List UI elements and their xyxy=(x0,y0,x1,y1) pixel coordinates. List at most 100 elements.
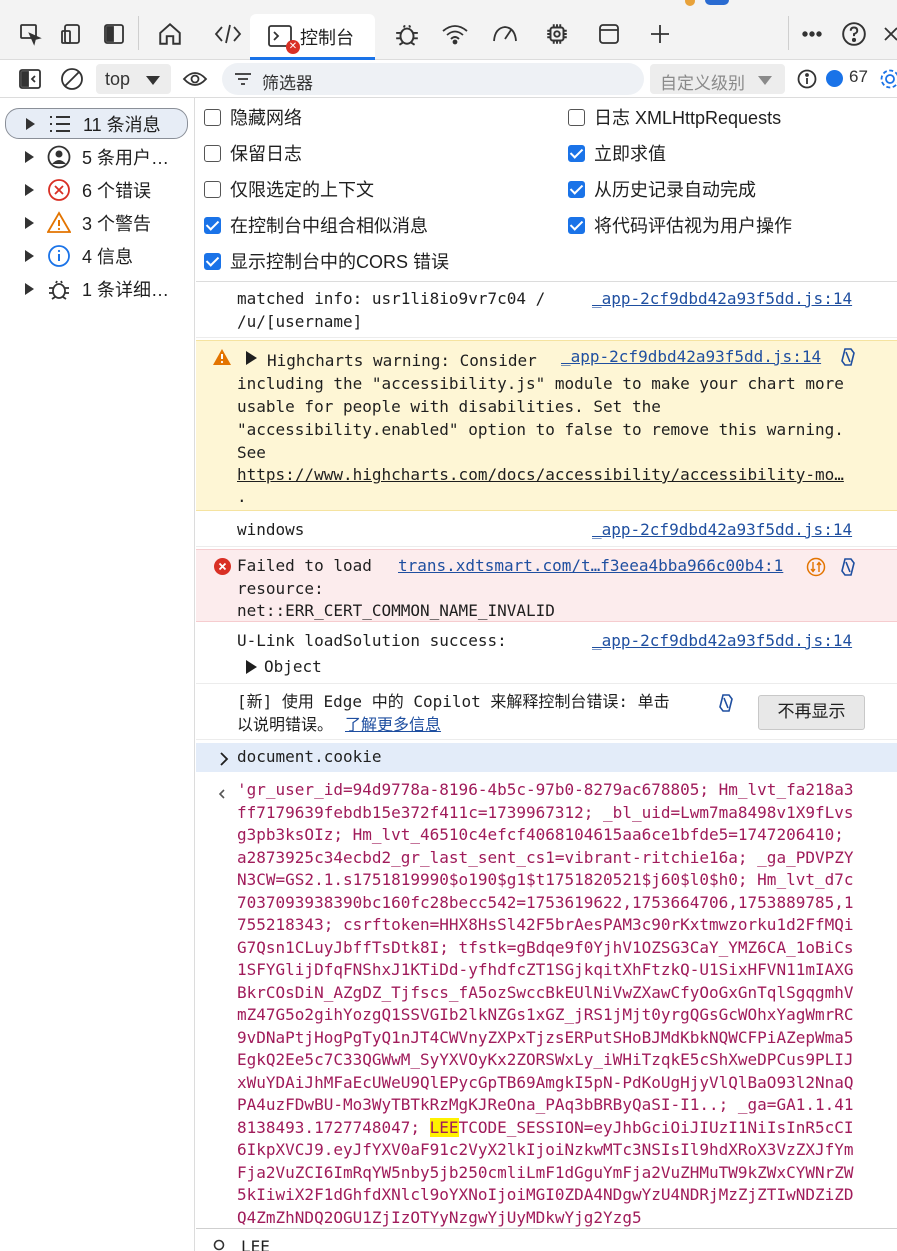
search-input[interactable]: LEE xyxy=(241,1237,270,1251)
docs-link[interactable]: https://www.highcharts.com/docs/accessib… xyxy=(237,464,844,487)
checkbox[interactable] xyxy=(204,144,221,162)
console-toolbar: top 筛选器 自定义级别 67 xyxy=(0,60,897,98)
checkbox[interactable] xyxy=(204,216,221,234)
info-icon xyxy=(46,243,72,269)
checkbox[interactable] xyxy=(204,108,221,126)
setting-group-similar[interactable]: 在控制台中组合相似消息 xyxy=(204,212,428,238)
message-text: net::ERR_CERT_COMMON_NAME_INVALID xyxy=(237,601,555,620)
expand-triangle-icon[interactable] xyxy=(245,351,257,365)
checkbox[interactable] xyxy=(204,180,221,198)
issues-count[interactable]: 67 xyxy=(849,67,868,87)
show-sidebar-icon[interactable] xyxy=(16,60,44,98)
source-link[interactable]: _app-2cf9dbd42a93f5dd.js:14 xyxy=(592,519,852,542)
sidebar-item-verbose[interactable]: 1 条详细… xyxy=(5,273,188,304)
info-icon[interactable] xyxy=(795,60,819,98)
copilot-explain-icon[interactable] xyxy=(838,557,858,577)
expand-triangle-icon[interactable] xyxy=(25,216,34,229)
console-settings-gear-icon[interactable] xyxy=(878,60,897,98)
tab-welcome-home-icon[interactable] xyxy=(152,8,188,60)
setting-label: 保留日志 xyxy=(230,144,302,164)
console-error-message: Failed to load trans.xdtsmart.com/t…f3ee… xyxy=(196,549,897,622)
close-devtools-icon[interactable] xyxy=(880,8,897,60)
tab-memory-chip-icon[interactable] xyxy=(540,8,574,60)
extension-badge xyxy=(705,0,729,5)
window-top-strip xyxy=(0,0,897,8)
message-text: . xyxy=(237,487,247,506)
setting-label: 立即求值 xyxy=(594,144,666,164)
copilot-notice-text: [新] 使用 Edge 中的 Copilot 来解释控制台错误: 单击 xyxy=(237,692,670,711)
sidebar-item-warnings[interactable]: 3 个警告 xyxy=(5,207,188,238)
checkbox[interactable] xyxy=(568,144,585,162)
filter-input[interactable]: 筛选器 xyxy=(222,63,644,95)
expand-triangle-icon[interactable] xyxy=(25,249,34,262)
tab-elements-icon[interactable] xyxy=(210,8,246,60)
checkbox[interactable] xyxy=(568,108,585,126)
chevron-right-icon xyxy=(220,752,229,766)
cookie-string[interactable]: 'gr_user_id=94d9778a-8196-4b5c-97b0-8279… xyxy=(237,779,861,1228)
inspect-element-icon[interactable] xyxy=(14,8,46,60)
object-preview[interactable]: Object xyxy=(264,656,322,679)
context-select[interactable]: top xyxy=(96,64,171,94)
expand-triangle-icon[interactable] xyxy=(25,183,34,196)
log-levels-select[interactable]: 自定义级别 xyxy=(650,64,785,94)
tab-separator xyxy=(788,16,789,50)
device-emulation-icon[interactable] xyxy=(56,8,88,60)
tab-performance-icon[interactable] xyxy=(488,8,522,60)
copilot-explain-icon[interactable] xyxy=(838,347,858,367)
tab-console[interactable]: ✕ 控制台 xyxy=(250,14,375,60)
clear-console-icon[interactable] xyxy=(58,60,86,98)
sidebar-item-errors[interactable]: 6 个错误 xyxy=(5,174,188,205)
checkbox[interactable] xyxy=(204,252,221,270)
setting-show-cors-errors[interactable]: 显示控制台中的CORS 错误 xyxy=(204,248,449,274)
dont-show-again-button[interactable]: 不再显示 xyxy=(758,695,865,730)
expand-triangle-icon[interactable] xyxy=(245,660,257,674)
message-text: resource: xyxy=(237,579,324,598)
live-expression-eye-icon[interactable] xyxy=(180,60,210,98)
sidebar-item-info[interactable]: 4 信息 xyxy=(5,240,188,271)
setting-log-xhr[interactable]: 日志 XMLHttpRequests xyxy=(568,104,781,130)
console-messages: matched info: usr1li8io9vr7c04 / /u/[use… xyxy=(196,283,897,1228)
message-text: usable for people with disabilities. Set… xyxy=(237,397,661,416)
checkbox[interactable] xyxy=(568,180,585,198)
source-link[interactable]: _app-2cf9dbd42a93f5dd.js:14 xyxy=(561,346,821,369)
user-icon xyxy=(46,144,72,170)
tab-console-label: 控制台 xyxy=(300,28,354,48)
setting-user-activation[interactable]: 将代码评估视为用户操作 xyxy=(568,212,792,238)
message-text: "accessibility.enabled" option to false … xyxy=(237,420,844,439)
help-icon[interactable] xyxy=(838,8,870,60)
setting-selected-context-only[interactable]: 仅限选定的上下文 xyxy=(204,176,374,202)
search-highlight: LEE xyxy=(429,1117,459,1137)
tab-application-icon[interactable] xyxy=(592,8,626,60)
message-text: Failed to load xyxy=(237,556,372,575)
console-result: 'gr_user_id=94d9778a-8196-4b5c-97b0-8279… xyxy=(196,774,897,1228)
learn-more-link[interactable]: 了解更多信息 xyxy=(345,714,441,737)
source-link[interactable]: trans.xdtsmart.com/t…f3eea4bba966c00b4:1 xyxy=(398,555,783,578)
setting-preserve-log[interactable]: 保留日志 xyxy=(204,140,302,166)
message-text: including the "accessibility.js" module … xyxy=(237,374,844,393)
source-link[interactable]: _app-2cf9dbd42a93f5dd.js:14 xyxy=(592,288,852,311)
sidebar-item-messages[interactable]: 11 条消息 xyxy=(5,108,188,139)
tab-separator xyxy=(138,16,139,50)
add-tab-plus-icon[interactable] xyxy=(644,8,676,60)
setting-autocomplete-history[interactable]: 从历史记录自动完成 xyxy=(568,176,756,202)
more-options-icon[interactable] xyxy=(798,8,826,60)
error-icon xyxy=(214,558,231,575)
setting-hide-network[interactable]: 隐藏网络 xyxy=(204,104,302,130)
tab-sources-bug-icon[interactable] xyxy=(390,8,424,60)
sidebar-item-label: 4 信息 xyxy=(82,246,134,267)
network-request-icon[interactable] xyxy=(806,557,826,577)
tab-network-wifi-icon[interactable] xyxy=(438,8,472,60)
expand-triangle-icon[interactable] xyxy=(26,117,35,130)
cookie-text: 'gr_user_id=94d9778a-8196-4b5c-97b0-8279… xyxy=(237,780,854,1137)
source-link[interactable]: _app-2cf9dbd42a93f5dd.js:14 xyxy=(592,630,852,653)
sidebar-item-label: 3 个警告 xyxy=(82,213,152,234)
console-input-text[interactable]: document.cookie xyxy=(237,746,382,769)
expand-triangle-icon[interactable] xyxy=(25,282,34,295)
setting-eager-evaluation[interactable]: 立即求值 xyxy=(568,140,666,166)
sidebar-item-user-messages[interactable]: 5 条用户… xyxy=(5,141,188,172)
issues-chat-icon[interactable] xyxy=(826,70,843,87)
copilot-notice-text: 以说明错误。 xyxy=(237,715,334,734)
checkbox[interactable] xyxy=(568,216,585,234)
toggle-sidebar-icon[interactable] xyxy=(98,8,130,60)
expand-triangle-icon[interactable] xyxy=(25,150,34,163)
